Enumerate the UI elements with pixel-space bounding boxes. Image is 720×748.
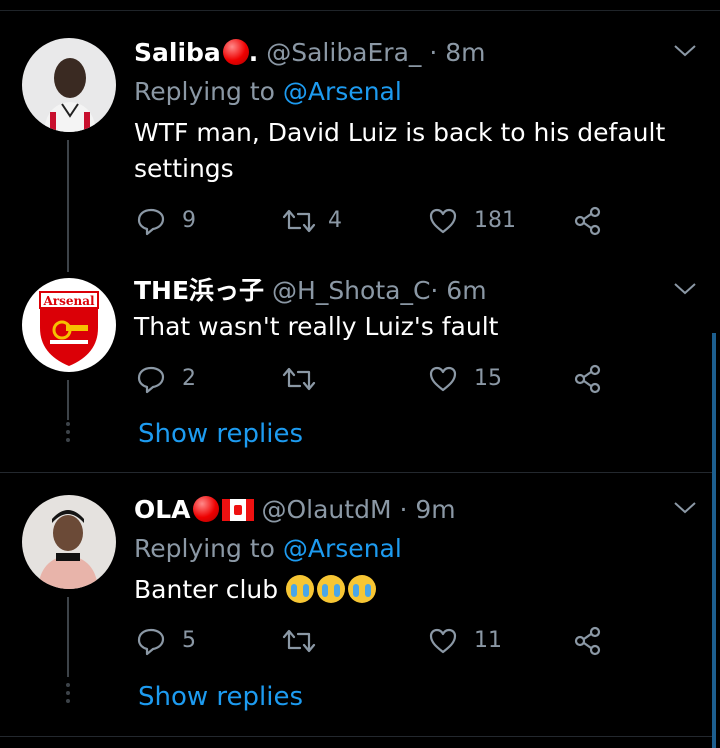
reply-icon bbox=[137, 628, 165, 656]
reply-button[interactable]: 2 bbox=[136, 364, 206, 394]
tweet-header: OLA @OlautdM · 9m bbox=[134, 495, 456, 525]
like-button[interactable]: 11 bbox=[428, 626, 518, 656]
scrollbar[interactable] bbox=[712, 333, 716, 748]
canada-flag-emoji bbox=[221, 499, 254, 521]
timestamp: · 6m bbox=[430, 276, 487, 305]
share-button[interactable] bbox=[573, 364, 603, 394]
thread-line bbox=[67, 597, 69, 677]
replying-to-label: Replying to bbox=[134, 77, 275, 106]
thread-dots bbox=[66, 683, 70, 707]
user-handle[interactable]: @OlautdM bbox=[261, 495, 391, 524]
tweet-text-content: Banter club bbox=[134, 575, 279, 604]
reply-button[interactable]: 9 bbox=[136, 206, 206, 236]
chevron-down-icon[interactable] bbox=[672, 499, 698, 517]
share-icon bbox=[574, 626, 601, 656]
like-button[interactable]: 181 bbox=[428, 206, 518, 236]
arsenal-crest-text: Arsenal bbox=[42, 294, 95, 308]
tweet-header: Saliba. @SalibaEra_ · 8m bbox=[134, 38, 486, 68]
chevron-down-icon[interactable] bbox=[672, 280, 698, 298]
tweet-text: That wasn't really Luiz's fault bbox=[134, 312, 499, 341]
like-count: 11 bbox=[474, 628, 502, 653]
like-count: 15 bbox=[474, 366, 502, 391]
reply-icon bbox=[137, 366, 165, 394]
red-circle-emoji bbox=[222, 39, 249, 65]
like-button[interactable]: 15 bbox=[428, 364, 518, 394]
share-icon bbox=[574, 206, 601, 236]
share-button[interactable] bbox=[573, 626, 603, 656]
show-replies-link[interactable]: Show replies bbox=[138, 681, 303, 713]
crying-face-emoji bbox=[317, 575, 346, 603]
avatar-saliba[interactable] bbox=[22, 38, 116, 132]
tweet-ola[interactable]: OLA @OlautdM · 9m Replying to @Arsenal B… bbox=[0, 473, 712, 748]
timestamp: · 9m bbox=[399, 495, 456, 524]
tweet-the-hamakko[interactable]: Arsenal THE浜っ子 @H_Shota_C· 6m That wasn'… bbox=[0, 272, 712, 472]
thread-line bbox=[67, 380, 69, 420]
replying-to-link[interactable]: @Arsenal bbox=[283, 77, 402, 106]
crying-face-emoji bbox=[286, 575, 315, 603]
display-name-suffix: . bbox=[248, 38, 259, 67]
timestamp: · 8m bbox=[429, 38, 486, 67]
retweet-button[interactable] bbox=[282, 626, 322, 656]
replying-to: Replying to @Arsenal bbox=[134, 77, 402, 107]
thread-line bbox=[67, 140, 69, 272]
reply-button[interactable]: 5 bbox=[136, 626, 206, 656]
bottom-divider bbox=[0, 736, 712, 737]
retweet-icon bbox=[282, 629, 316, 653]
avatar-ola[interactable] bbox=[22, 495, 116, 589]
tweet-text: WTF man, David Luiz is back to his defau… bbox=[134, 118, 666, 183]
like-icon bbox=[429, 628, 457, 654]
display-name[interactable]: THE浜っ子 bbox=[134, 276, 264, 305]
crying-face-emoji bbox=[348, 575, 377, 603]
reply-count: 2 bbox=[182, 366, 196, 391]
avatar-arsenal[interactable]: Arsenal bbox=[22, 278, 116, 372]
user-handle[interactable]: @H_Shota_C bbox=[272, 276, 430, 305]
reply-count: 5 bbox=[182, 628, 196, 653]
retweet-button[interactable] bbox=[282, 364, 322, 394]
retweet-count: 4 bbox=[328, 208, 342, 233]
like-count: 181 bbox=[474, 208, 516, 233]
retweet-icon bbox=[282, 209, 316, 233]
reply-icon bbox=[137, 208, 165, 236]
retweet-icon bbox=[282, 367, 316, 391]
share-button[interactable] bbox=[573, 206, 603, 236]
replying-to: Replying to @Arsenal bbox=[134, 534, 402, 564]
display-name[interactable]: Saliba bbox=[134, 38, 221, 67]
user-handle[interactable]: @SalibaEra_ bbox=[266, 38, 421, 67]
tweet-saliba[interactable]: Saliba. @SalibaEra_ · 8m Replying to @Ar… bbox=[0, 0, 712, 272]
share-icon bbox=[574, 364, 601, 394]
tweet-header: THE浜っ子 @H_Shota_C· 6m bbox=[134, 276, 487, 306]
retweet-button[interactable]: 4 bbox=[282, 206, 352, 236]
like-icon bbox=[429, 208, 457, 234]
replying-to-link[interactable]: @Arsenal bbox=[283, 534, 402, 563]
display-name[interactable]: OLA bbox=[134, 495, 191, 524]
like-icon bbox=[429, 366, 457, 392]
reply-count: 9 bbox=[182, 208, 196, 233]
show-replies-link[interactable]: Show replies bbox=[138, 418, 303, 450]
replying-to-label: Replying to bbox=[134, 534, 275, 563]
red-circle-emoji bbox=[192, 496, 219, 522]
tweet-text: Banter club bbox=[134, 572, 694, 608]
chevron-down-icon[interactable] bbox=[672, 42, 698, 60]
thread-dots bbox=[66, 422, 70, 446]
